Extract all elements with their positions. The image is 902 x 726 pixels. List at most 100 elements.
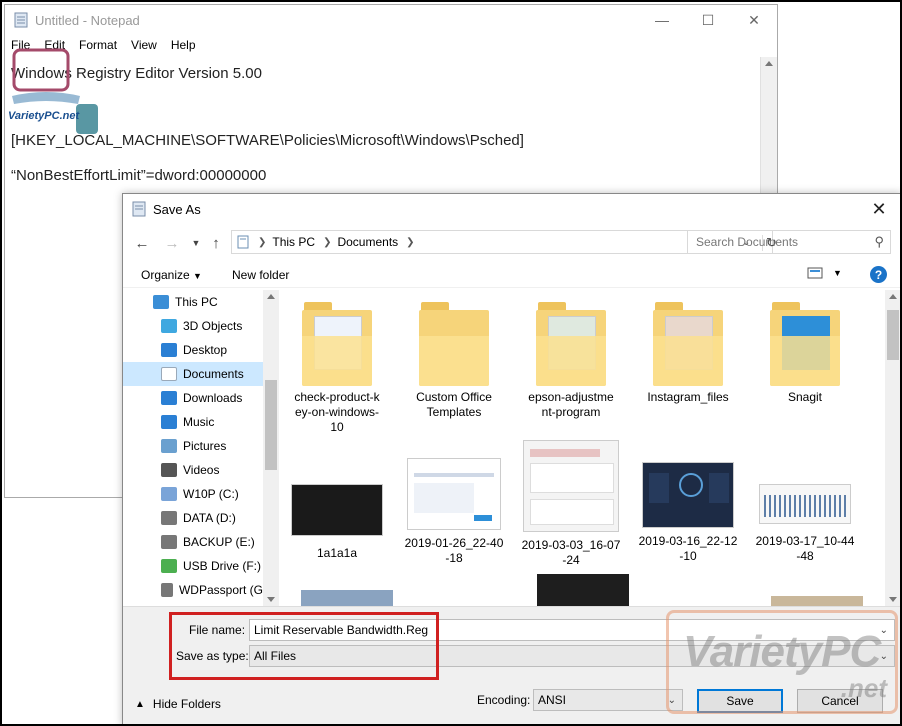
breadcrumb-this-pc[interactable]: This PC: [272, 235, 315, 249]
screenshot-frame: Untitled - Notepad — ☐ ✕ File Edit Forma…: [0, 0, 902, 726]
image-file-item[interactable]: 2019-03-17_10-44 -48: [749, 470, 861, 564]
tree-item-downloads[interactable]: Downloads: [123, 386, 263, 410]
drive-icon: [161, 535, 177, 549]
image-file-item[interactable]: 2019-03-03_16-07 -24: [515, 440, 627, 568]
notepad-icon: [132, 201, 146, 217]
scroll-up-icon[interactable]: [889, 294, 897, 299]
encoding-select[interactable]: ANSI ⌄: [533, 689, 683, 711]
image-thumbnail: [291, 484, 383, 536]
tree-item-label: Pictures: [183, 439, 227, 453]
close-icon[interactable]: ✕: [857, 194, 900, 224]
folder-icon: [419, 302, 489, 386]
image-file-item[interactable]: 2019-03-16_22-12 -10: [632, 462, 744, 564]
menu-help[interactable]: Help: [171, 38, 196, 52]
highlight-box: [169, 612, 439, 680]
forward-arrow-icon[interactable]: →: [163, 234, 181, 252]
new-folder-button[interactable]: New folder: [232, 268, 289, 282]
tree-item-backup[interactable]: BACKUP (E:): [123, 530, 263, 554]
folder-item[interactable]: check-product-k ey-on-windows- 10: [281, 302, 393, 435]
folder-name: Instagram_files: [647, 390, 729, 404]
cube-icon: [161, 319, 177, 333]
usb-drive-icon: [161, 559, 177, 573]
view-options-icon[interactable]: [807, 266, 823, 283]
minimize-icon[interactable]: —: [639, 5, 685, 35]
organize-button[interactable]: Organize ▼: [141, 268, 202, 282]
folder-item[interactable]: Custom Office Templates: [398, 302, 510, 420]
help-icon[interactable]: ?: [870, 266, 887, 283]
scroll-down-icon[interactable]: [889, 597, 897, 602]
tree-item-label: Videos: [183, 463, 220, 477]
tree-item-videos[interactable]: Videos: [123, 458, 263, 482]
file-name: 1a1a1a: [316, 546, 358, 560]
hide-folders-button[interactable]: ▲ Hide Folders: [135, 697, 221, 711]
tree-item-desktop[interactable]: Desktop: [123, 338, 263, 362]
chevron-down-icon[interactable]: ▼: [833, 268, 842, 278]
image-thumbnail: [771, 596, 863, 606]
recent-locations-chevron-icon[interactable]: ▼: [187, 234, 205, 252]
tree-item-label: Music: [183, 415, 215, 429]
navigation-scrollbar[interactable]: [263, 290, 279, 606]
navigation-pane: This PC 3D Objects Desktop Documents Dow…: [123, 290, 279, 606]
drive-icon: [161, 583, 173, 597]
file-list-scrollbar[interactable]: [885, 290, 900, 606]
scrollbar-thumb[interactable]: [265, 380, 277, 470]
tree-item-documents[interactable]: Documents: [123, 362, 263, 386]
tree-item-3d-objects[interactable]: 3D Objects: [123, 314, 263, 338]
tree-item-label: USB Drive (F:): [183, 559, 261, 573]
image-thumbnail: [407, 458, 501, 530]
tree-item-this-pc[interactable]: This PC: [123, 290, 263, 314]
scroll-down-icon[interactable]: [267, 597, 275, 602]
folder-item[interactable]: Instagram_files: [632, 302, 744, 405]
tree-item-wdpassport[interactable]: WDPassport (G: [123, 578, 263, 602]
close-icon[interactable]: ✕: [731, 5, 777, 35]
scroll-up-icon[interactable]: [267, 294, 275, 299]
up-arrow-icon[interactable]: ↑: [207, 234, 225, 252]
desktop-icon: [161, 343, 177, 357]
folder-name: Custom Office Templates: [416, 390, 492, 419]
folder-icon: [302, 302, 372, 386]
image-file-item[interactable]: 2019-01-26_22-40 -18: [398, 458, 510, 566]
pc-icon: [237, 235, 249, 249]
folder-item[interactable]: epson-adjustme nt-program: [515, 302, 627, 420]
chevron-up-icon: ▲: [135, 698, 145, 710]
maximize-icon[interactable]: ☐: [685, 5, 731, 35]
music-icon: [161, 415, 177, 429]
tree-item-label: DATA (D:): [183, 511, 236, 525]
image-file-item[interactable]: 1a1a1a: [281, 470, 393, 561]
organize-label: Organize: [141, 268, 190, 282]
file-name: 2019-03-16_22-12 -10: [638, 534, 738, 563]
tree-item-label: Documents: [183, 367, 244, 381]
scrollbar-thumb[interactable]: [887, 310, 899, 360]
watermark-logo: [12, 48, 98, 134]
folder-name: Snagit: [787, 390, 823, 404]
tree-item-label: Desktop: [183, 343, 228, 357]
folder-item[interactable]: Snagit: [749, 302, 861, 405]
folder-name: epson-adjustme nt-program: [528, 390, 614, 419]
breadcrumb-documents[interactable]: Documents: [337, 235, 398, 249]
drive-os-icon: [161, 487, 177, 501]
encoding-value: ANSI: [538, 693, 567, 707]
tree-item-label: This PC: [175, 295, 218, 309]
tree-item-music[interactable]: Music: [123, 410, 263, 434]
folder-icon: [536, 302, 606, 386]
tree-item-label: BACKUP (E:): [183, 535, 255, 549]
pictures-icon: [161, 439, 177, 453]
scroll-up-icon[interactable]: [765, 61, 773, 66]
watermark-logo-subtext: .net: [840, 673, 887, 703]
hide-folders-label: Hide Folders: [152, 697, 221, 711]
breadcrumb-separator-icon: ❯: [258, 236, 267, 248]
back-arrow-icon[interactable]: ←: [133, 234, 151, 252]
tree-item-label: 3D Objects: [183, 319, 243, 333]
menu-view[interactable]: View: [131, 38, 157, 52]
tree-item-data[interactable]: DATA (D:): [123, 506, 263, 530]
image-thumbnail: [642, 462, 734, 528]
image-thumbnail: [537, 574, 629, 606]
tree-item-w10p[interactable]: W10P (C:): [123, 482, 263, 506]
search-placeholder: Search Documents: [696, 235, 799, 249]
chevron-down-icon: ▼: [193, 271, 202, 281]
search-input[interactable]: Search Documents ⚲: [687, 230, 891, 254]
encoding-label: Encoding:: [477, 693, 531, 707]
file-list: check-product-k ey-on-windows- 10 Custom…: [281, 290, 885, 606]
tree-item-usb-drive[interactable]: USB Drive (F:): [123, 554, 263, 578]
tree-item-pictures[interactable]: Pictures: [123, 434, 263, 458]
